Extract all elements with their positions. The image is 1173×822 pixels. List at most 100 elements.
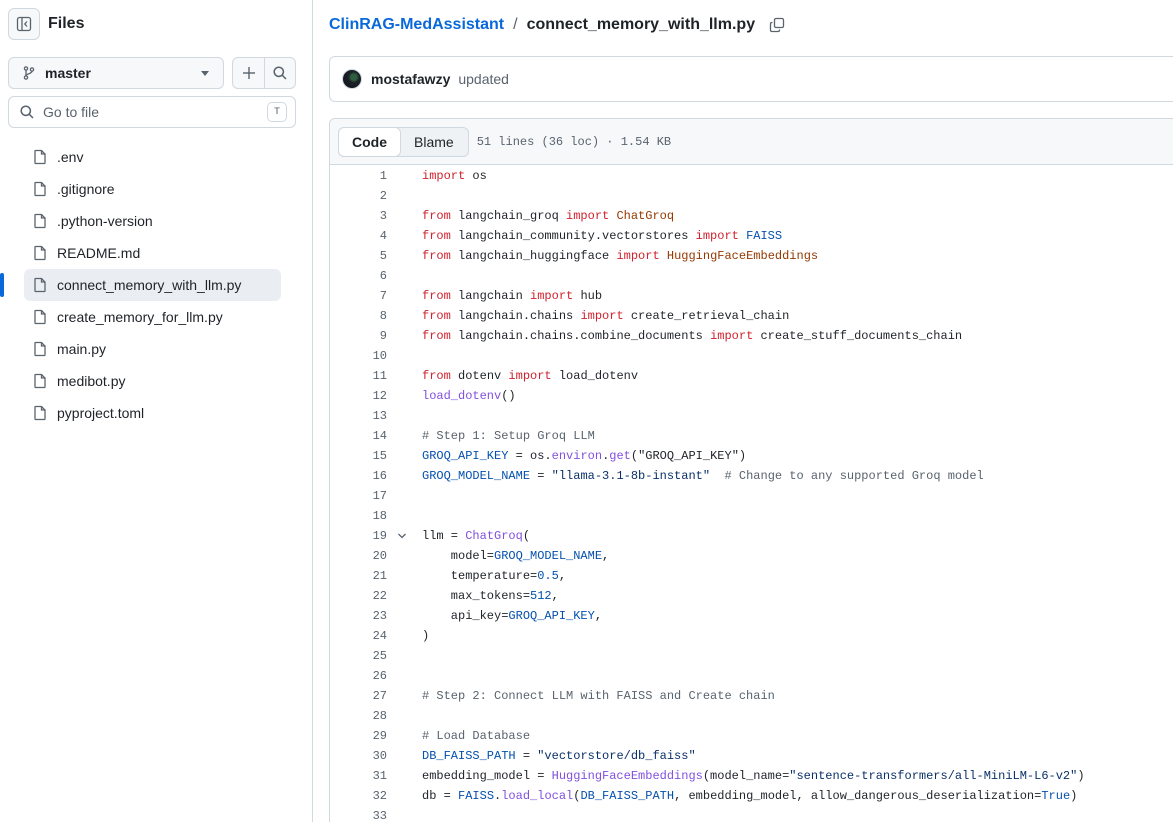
search-icon (273, 66, 287, 80)
line-number[interactable]: 20 (330, 546, 387, 566)
line-number[interactable]: 29 (330, 726, 387, 746)
line-number[interactable]: 28 (330, 706, 387, 726)
code-line: 21 temperature=0.5, (330, 566, 1173, 586)
code-token: , (594, 609, 603, 623)
tree-item-file[interactable]: connect_memory_with_llm.py (0, 269, 281, 301)
tab-code[interactable]: Code (338, 126, 401, 157)
copy-icon (769, 17, 785, 33)
line-number[interactable]: 25 (330, 646, 387, 666)
tree-item-file[interactable]: main.py (24, 333, 281, 365)
code-token: langchain_groq (450, 209, 567, 223)
tab-blame[interactable]: Blame (400, 128, 468, 156)
line-number[interactable]: 6 (330, 266, 387, 286)
line-number[interactable]: 23 (330, 606, 387, 626)
line-number[interactable]: 32 (330, 786, 387, 806)
code-line: 19 llm = ChatGroq( (330, 526, 1173, 546)
line-number[interactable]: 18 (330, 506, 387, 526)
code-token: langchain_community.vectorstores (450, 229, 696, 243)
code-token: temperature= (422, 569, 538, 583)
code-text: ) (422, 626, 429, 646)
code-text: import os (422, 166, 487, 186)
tree-item-label: main.py (57, 341, 107, 357)
line-number[interactable]: 10 (330, 346, 387, 366)
file-icon (34, 373, 46, 389)
tree-item-label: .env (57, 149, 84, 165)
sidebar-header: Files (8, 8, 84, 40)
commit-message[interactable]: updated (458, 71, 509, 87)
code-token: import (508, 369, 552, 383)
line-number[interactable]: 21 (330, 566, 387, 586)
line-number[interactable]: 26 (330, 666, 387, 686)
code-token: = (515, 749, 538, 763)
search-icon (20, 105, 34, 119)
line-number[interactable]: 2 (330, 186, 387, 206)
code-token: from (422, 209, 451, 223)
collapse-sidebar-button[interactable] (8, 8, 40, 40)
code-token: HuggingFaceEmbeddings (551, 769, 703, 783)
code-line: 25 (330, 646, 1173, 666)
line-number[interactable]: 17 (330, 486, 387, 506)
line-number[interactable]: 9 (330, 326, 387, 346)
tree-item-file[interactable]: .python-version (24, 205, 281, 237)
tree-item-file[interactable]: pyproject.toml (24, 397, 281, 429)
code-token: ChatGroq (616, 209, 675, 223)
code-view[interactable]: 1 import os 2 3 from langchain_groq import C… (330, 166, 1173, 822)
code-line: 6 (330, 266, 1173, 286)
tree-item-file[interactable]: .gitignore (24, 173, 281, 205)
line-number[interactable]: 15 (330, 446, 387, 466)
view-mode-toggle: Code Blame (338, 126, 469, 157)
avatar[interactable] (342, 69, 362, 89)
code-text: temperature=0.5, (422, 566, 566, 586)
line-number[interactable]: 27 (330, 686, 387, 706)
code-token: environ (551, 449, 603, 463)
code-token: import (710, 329, 754, 343)
file-icon (34, 149, 46, 165)
code-text: GROQ_API_KEY = os.environ.get("GROQ_API_… (422, 446, 746, 466)
breadcrumb-separator: / (513, 16, 518, 33)
chevron-down-icon[interactable] (396, 530, 408, 542)
code-token: langchain.chains (450, 309, 581, 323)
search-code-button[interactable] (264, 58, 295, 88)
line-number[interactable]: 31 (330, 766, 387, 786)
code-token: import (530, 289, 574, 303)
go-to-file-input[interactable] (43, 104, 267, 120)
line-number[interactable]: 19 (330, 526, 387, 546)
line-number[interactable]: 5 (330, 246, 387, 266)
line-number[interactable]: 1 (330, 166, 387, 186)
code-line: 20 model=GROQ_MODEL_NAME, (330, 546, 1173, 566)
branch-selector[interactable]: master (8, 57, 224, 89)
add-file-button[interactable] (233, 58, 264, 88)
line-number[interactable]: 3 (330, 206, 387, 226)
code-text: llm = ChatGroq( (422, 526, 530, 546)
line-number[interactable]: 24 (330, 626, 387, 646)
code-line: 4 from langchain_community.vectorstores i… (330, 226, 1173, 246)
active-indicator (0, 273, 4, 297)
code-token: ChatGroq (465, 529, 523, 543)
line-number[interactable]: 7 (330, 286, 387, 306)
tree-actions (232, 57, 296, 89)
line-number[interactable]: 16 (330, 466, 387, 486)
tree-item-file[interactable]: README.md (24, 237, 281, 269)
tree-item-file[interactable]: .env (24, 141, 281, 173)
commit-author[interactable]: mostafawzy (371, 71, 450, 87)
breadcrumb-repo-link[interactable]: ClinRAG-MedAssistant (329, 16, 504, 34)
line-number[interactable]: 8 (330, 306, 387, 326)
line-number[interactable]: 33 (330, 806, 387, 822)
code-token: # Load Database (422, 729, 531, 743)
line-number[interactable]: 4 (330, 226, 387, 246)
line-number[interactable]: 14 (330, 426, 387, 446)
code-line: 27 # Step 2: Connect LLM with FAISS and C… (330, 686, 1173, 706)
copy-path-button[interactable] (767, 15, 787, 35)
line-number[interactable]: 30 (330, 746, 387, 766)
line-number[interactable]: 22 (330, 586, 387, 606)
go-to-file-field[interactable]: T (8, 96, 296, 128)
code-token: from (422, 309, 451, 323)
tree-item-file[interactable]: create_memory_for_llm.py (24, 301, 281, 333)
line-number[interactable]: 12 (330, 386, 387, 406)
tree-item-file[interactable]: medibot.py (24, 365, 281, 397)
line-number[interactable]: 13 (330, 406, 387, 426)
file-header: Code Blame 51 lines (36 loc) · 1.54 KB (330, 119, 1173, 165)
line-number[interactable]: 11 (330, 366, 387, 386)
